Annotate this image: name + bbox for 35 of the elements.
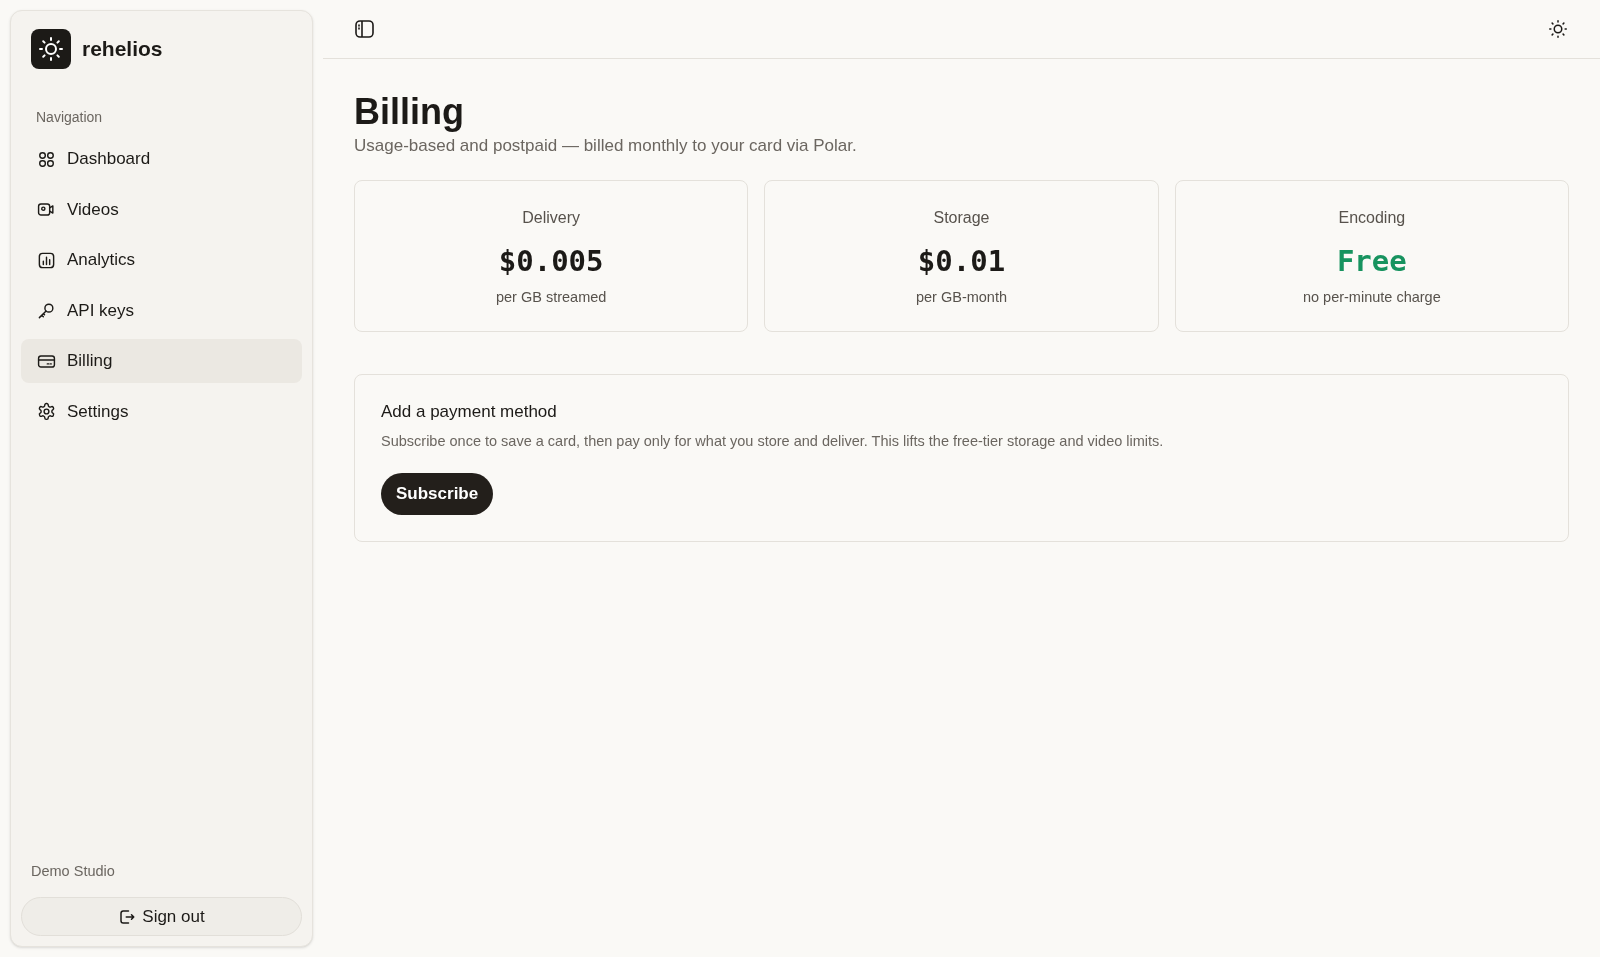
price-label: Storage <box>933 208 990 228</box>
page-subtitle: Usage-based and postpaid — billed monthly to your card via Polar. <box>354 135 857 157</box>
brand-name: rehelios <box>82 36 163 62</box>
gear-icon <box>37 402 56 421</box>
price-label: Delivery <box>522 208 581 228</box>
account-name: Demo Studio <box>30 862 116 881</box>
video-camera-icon <box>37 200 56 219</box>
price-unit: per GB streamed <box>495 288 607 307</box>
payment-description: Subscribe once to save a card, then pay only for what you store and deliver. This lifts the free-tier storage and video limits. <box>381 432 1164 451</box>
price-unit: per GB-month <box>915 288 1008 307</box>
payment-title: Add a payment method <box>381 401 557 423</box>
price-value: $0.005 <box>498 243 604 280</box>
price-label: Encoding <box>1338 208 1406 228</box>
sign-out-button[interactable]: Sign out <box>21 897 302 936</box>
nav-item[interactable]: Settings <box>21 389 302 434</box>
nav-item[interactable]: Videos <box>21 187 302 232</box>
sidebar-toggle-button[interactable] <box>354 19 374 39</box>
nav-item[interactable]: Billing <box>21 339 302 383</box>
price-value: Free <box>1336 243 1407 280</box>
theme-toggle-button[interactable] <box>1548 19 1568 39</box>
sidebar-toggle-icon <box>354 20 374 38</box>
nav-item[interactable]: Analytics <box>21 238 302 282</box>
key-icon <box>37 301 56 320</box>
grid-icon <box>37 149 56 169</box>
subscribe-button[interactable]: Subscribe <box>381 473 494 515</box>
nav-item[interactable]: Dashboard <box>21 137 302 181</box>
section-label: Navigation <box>35 108 104 127</box>
chart-icon <box>37 250 56 270</box>
price-value: $0.01 <box>917 243 1006 280</box>
price-unit: no per-minute charge <box>1302 288 1441 307</box>
sun-icon <box>1549 20 1567 38</box>
sun-logo-icon <box>31 29 71 69</box>
nav-item[interactable]: API keys <box>21 288 302 333</box>
page-title: Billing <box>354 92 464 132</box>
sign-out-icon <box>118 907 137 926</box>
